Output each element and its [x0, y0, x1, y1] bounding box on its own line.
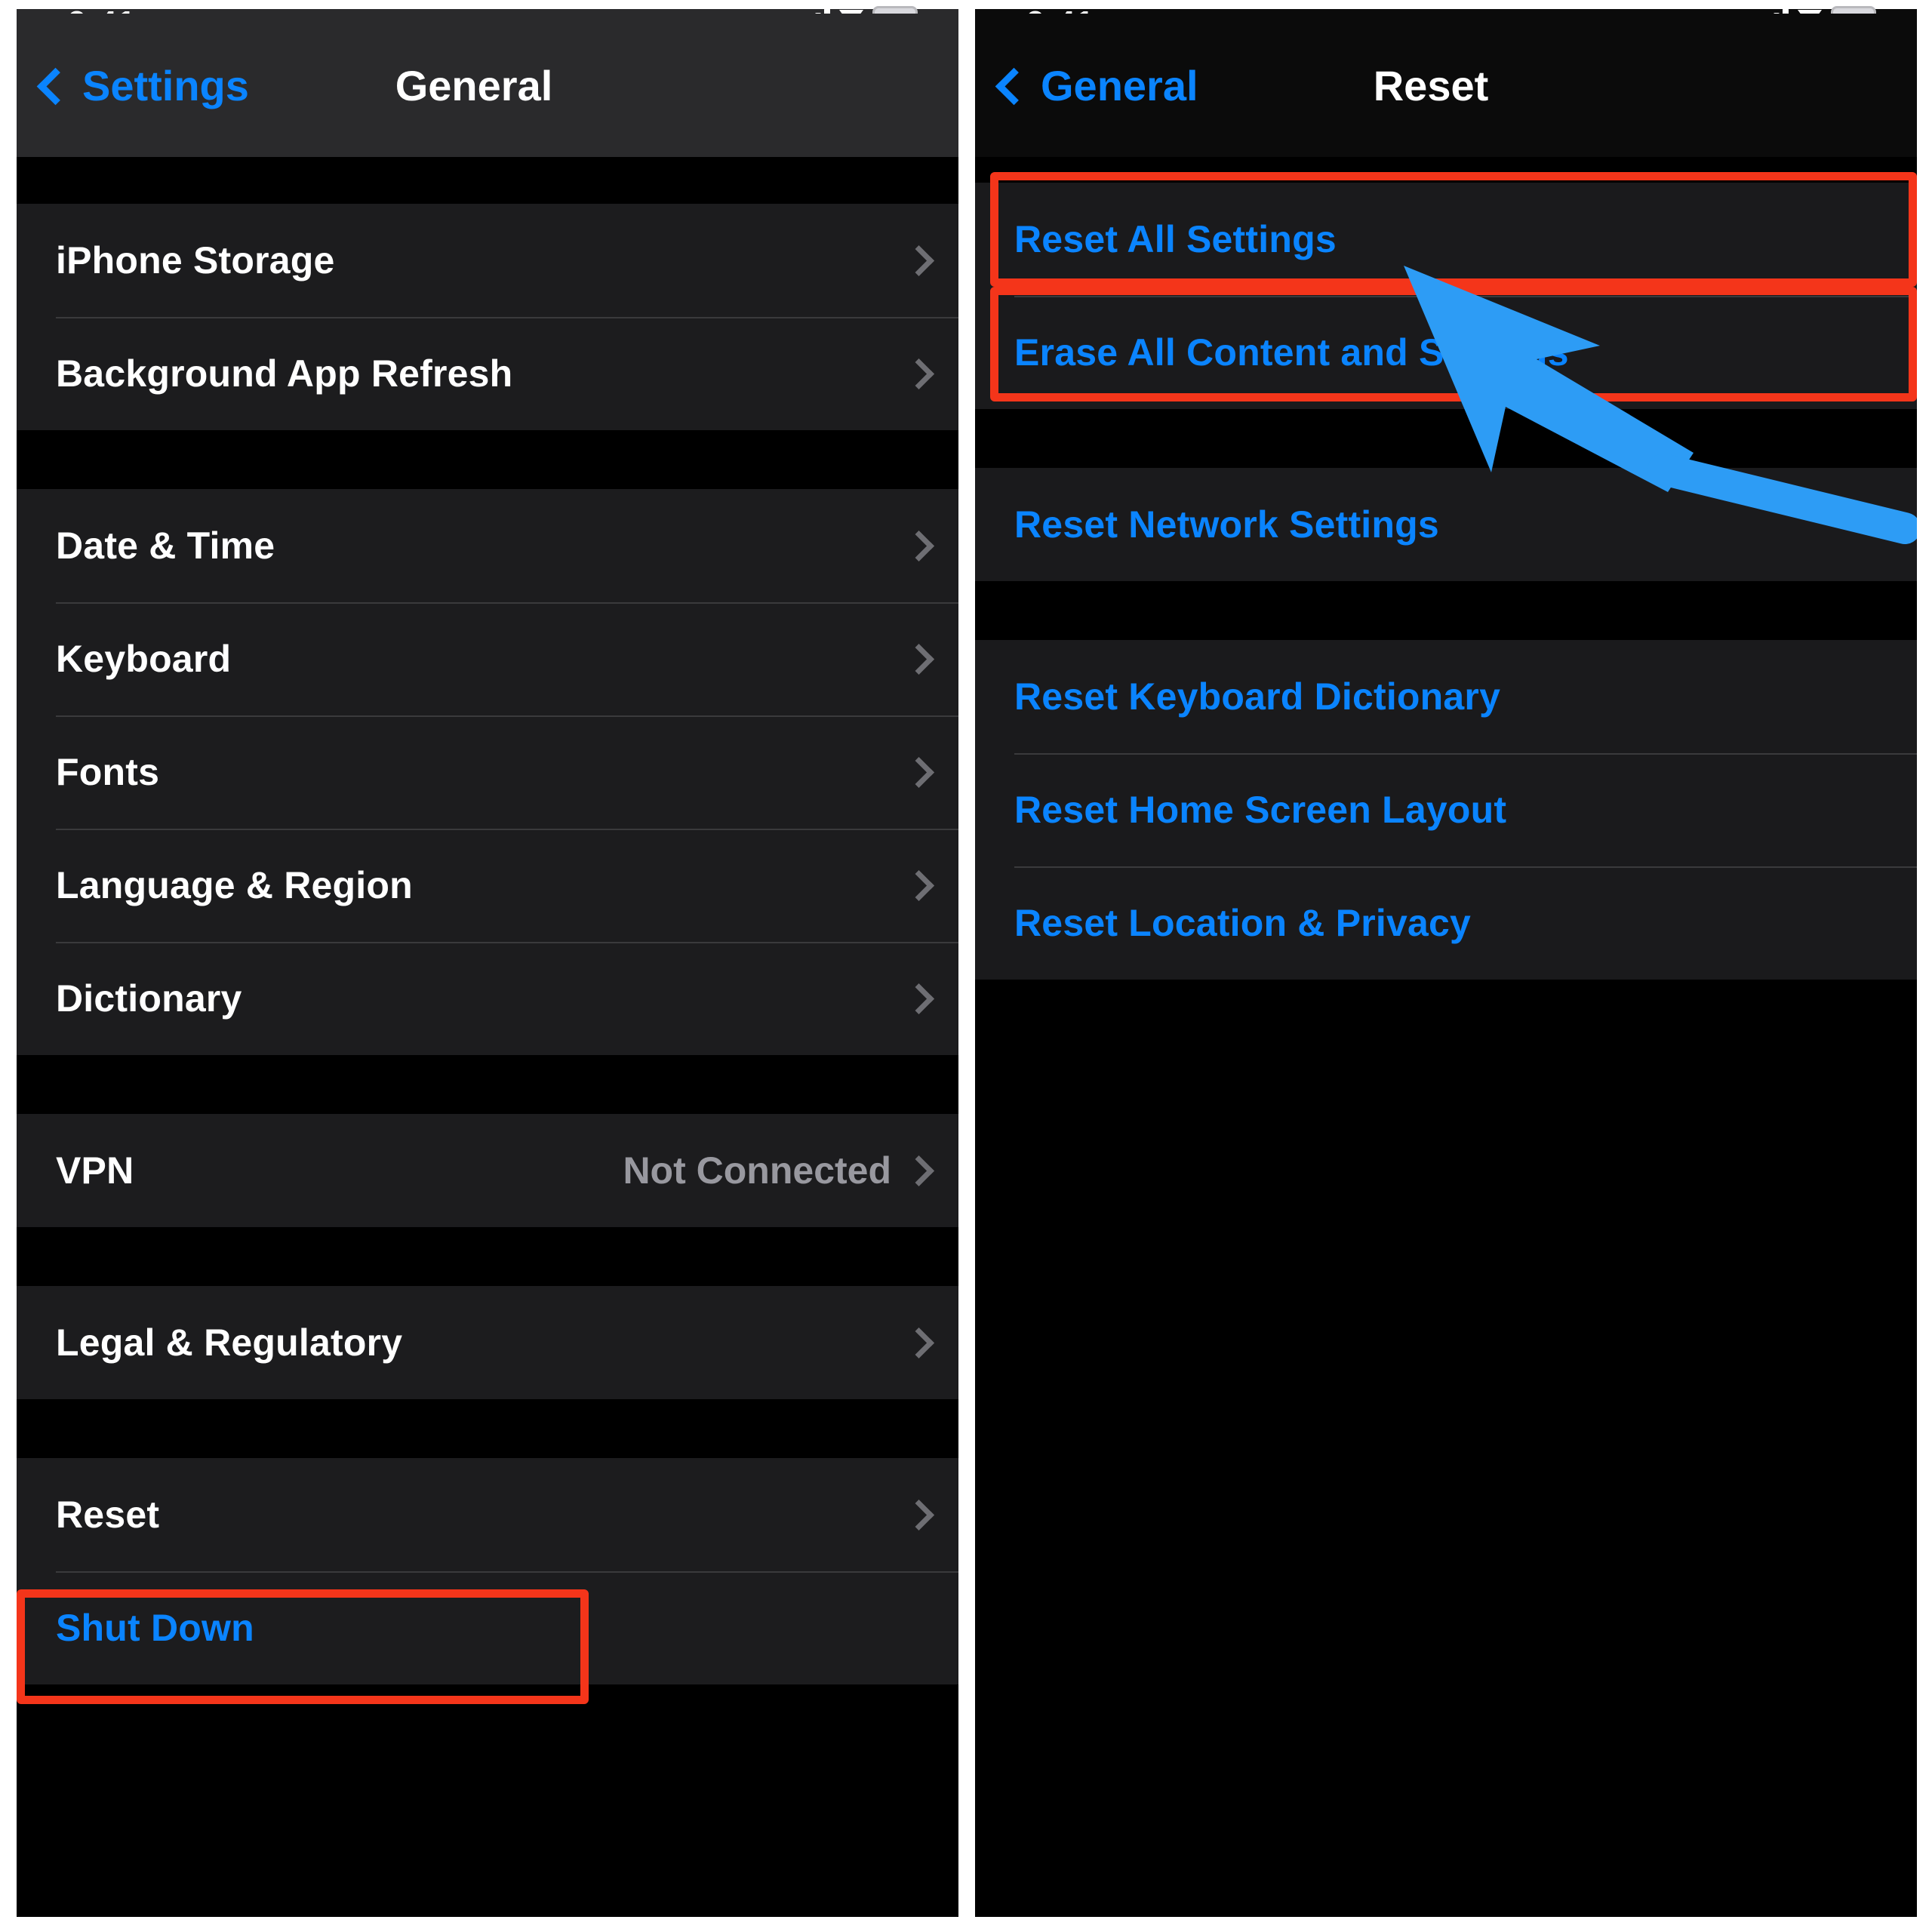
row-label: iPhone Storage [56, 239, 335, 281]
list-gap [17, 1227, 958, 1286]
list-gap [17, 1055, 958, 1114]
row-label: VPN [56, 1149, 134, 1192]
chevron-right-icon [903, 1155, 935, 1186]
row-iphone-storage[interactable]: iPhone Storage [17, 204, 958, 317]
row-label: Reset Keyboard Dictionary [1014, 675, 1501, 718]
row-background-app-refresh[interactable]: Background App Refresh [17, 317, 958, 430]
chevron-right-icon [903, 983, 935, 1014]
row-reset-all-settings[interactable]: Reset All Settings [975, 183, 1917, 296]
left-group-datetime: Date & Time Keyboard Fonts Language & Re… [17, 489, 958, 1055]
row-label: Date & Time [56, 525, 275, 567]
list-gap [975, 980, 1917, 1810]
row-dictionary[interactable]: Dictionary [17, 942, 958, 1055]
left-group-legal: Legal & Regulatory [17, 1286, 958, 1399]
row-label: Background App Refresh [56, 352, 513, 395]
right-phone-screen: 9:41 General Reset Reset All Settings [975, 0, 1917, 1917]
row-label: Dictionary [56, 977, 242, 1020]
chevron-right-icon [903, 1499, 935, 1531]
row-label: Language & Region [56, 864, 413, 906]
list-gap [17, 157, 958, 204]
left-navigation-bar: Settings General [17, 14, 958, 157]
list-gap [975, 581, 1917, 640]
chevron-right-icon [903, 530, 935, 561]
row-label: Reset [56, 1494, 160, 1536]
row-reset-keyboard-dictionary[interactable]: Reset Keyboard Dictionary [975, 640, 1917, 753]
list-gap [17, 430, 958, 489]
left-group-vpn: VPN Not Connected [17, 1114, 958, 1227]
left-group-storage: iPhone Storage Background App Refresh [17, 204, 958, 430]
row-accessory [903, 245, 958, 276]
row-label: Reset Network Settings [1014, 503, 1439, 546]
chevron-right-icon [903, 869, 935, 901]
left-group-reset: Reset Shut Down [17, 1458, 958, 1684]
row-accessory [903, 983, 958, 1014]
row-label: Reset All Settings [1014, 218, 1337, 260]
vpn-status-value: Not Connected [623, 1149, 891, 1192]
row-date-and-time[interactable]: Date & Time [17, 489, 958, 602]
row-label: Reset Home Screen Layout [1014, 789, 1507, 831]
row-label: Legal & Regulatory [56, 1321, 403, 1364]
row-accessory [903, 358, 958, 389]
row-accessory [903, 869, 958, 901]
chevron-right-icon [903, 358, 935, 389]
screenshot-canvas: 9:41 Settings General iPhone Storage [0, 0, 1932, 1932]
chevron-right-icon [903, 643, 935, 675]
row-accessory [903, 530, 958, 561]
list-gap [17, 1399, 958, 1458]
row-label: Reset Location & Privacy [1014, 902, 1472, 944]
right-status-bar: 9:41 [975, 0, 1917, 42]
left-settings-list: iPhone Storage Background App Refresh Da… [17, 157, 958, 1911]
row-reset-location-and-privacy[interactable]: Reset Location & Privacy [975, 866, 1917, 980]
row-label: Erase All Content and Settings [1014, 331, 1569, 374]
right-settings-list: Reset All Settings Erase All Content and… [975, 157, 1917, 1810]
list-gap [975, 409, 1917, 468]
row-fonts[interactable]: Fonts [17, 715, 958, 829]
right-group-network: Reset Network Settings [975, 468, 1917, 581]
row-accessory: Not Connected [623, 1149, 958, 1192]
right-group-misc-resets: Reset Keyboard Dictionary Reset Home Scr… [975, 640, 1917, 980]
row-keyboard[interactable]: Keyboard [17, 602, 958, 715]
row-accessory [903, 756, 958, 788]
row-accessory [903, 643, 958, 675]
row-label: Shut Down [56, 1607, 254, 1649]
right-group-reset-erase: Reset All Settings Erase All Content and… [975, 183, 1917, 409]
row-reset[interactable]: Reset [17, 1458, 958, 1571]
row-reset-home-screen-layout[interactable]: Reset Home Screen Layout [975, 753, 1917, 866]
left-page-title: General [395, 61, 553, 109]
list-gap [17, 1684, 958, 1911]
row-accessory [903, 1499, 958, 1531]
row-reset-network-settings[interactable]: Reset Network Settings [975, 468, 1917, 581]
right-page-title: Reset [1373, 61, 1489, 109]
row-label: Keyboard [56, 638, 232, 680]
list-gap [975, 157, 1917, 183]
left-status-bar: 9:41 [17, 0, 958, 42]
chevron-right-icon [903, 1327, 935, 1358]
row-accessory [903, 1327, 958, 1358]
chevron-right-icon [903, 756, 935, 788]
row-erase-all-content-and-settings[interactable]: Erase All Content and Settings [975, 296, 1917, 409]
row-label: Fonts [56, 751, 160, 793]
right-navigation-bar: General Reset [975, 14, 1917, 157]
left-phone-screen: 9:41 Settings General iPhone Storage [17, 0, 958, 1917]
row-language-and-region[interactable]: Language & Region [17, 829, 958, 942]
row-legal-and-regulatory[interactable]: Legal & Regulatory [17, 1286, 958, 1399]
row-vpn[interactable]: VPN Not Connected [17, 1114, 958, 1227]
row-shut-down[interactable]: Shut Down [17, 1571, 958, 1684]
chevron-right-icon [903, 245, 935, 276]
